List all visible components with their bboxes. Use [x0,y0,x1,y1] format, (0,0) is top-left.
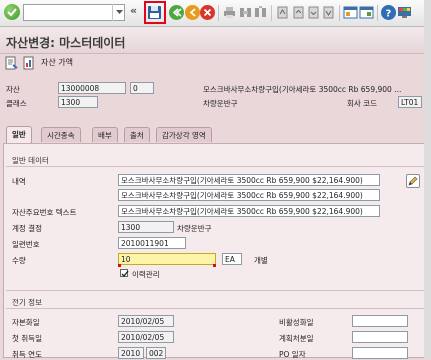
account-determination-label: 계정 결정 [12,224,42,233]
long-text-edit-icon[interactable] [406,174,420,188]
collapse-icon[interactable]: « [130,4,137,17]
tab-general[interactable]: 일반 [6,126,32,143]
class-field[interactable]: 1300 [58,96,98,108]
shortcut-icon[interactable] [359,5,374,20]
asset-description: 모스크바사무소차량구입(기아세라토 3500cc Rb 659,900 ... [203,85,402,94]
standard-toolbar: « ? [0,0,431,27]
unit-field[interactable]: EA [222,253,242,265]
company-code-field[interactable]: LT01 [398,96,422,108]
customize-layout-icon[interactable] [397,5,412,20]
help-icon[interactable]: ? [381,5,396,20]
class-description: 차량운반구 [203,99,238,108]
print-icon[interactable] [222,5,237,20]
display-change-icon[interactable] [5,56,20,71]
description-label: 내역 [12,177,26,186]
tab-time-dependent[interactable]: 시간종속 [41,127,81,142]
tab-origin[interactable]: 출처 [124,127,150,142]
asset-label: 자산 [6,85,20,94]
tab-allocations[interactable]: 배부 [92,127,118,142]
next-page-icon[interactable] [306,5,321,20]
asset-number-field[interactable]: 13000008 [58,82,126,94]
capitalization-date-field[interactable]: 2010/02/05 [118,315,174,327]
toolbar-separator [377,5,378,21]
description-field-2[interactable]: 모스크바사무소차량구입(기아세라토 3500cc Rb 659,900 $22,… [118,189,380,201]
tab-strip: 일반 시간종속 배부 출처 감가상각 영역 [0,126,431,144]
unit-description: 개별 [254,256,268,265]
exit-icon[interactable] [185,5,200,20]
sub-number-field[interactable]: 0 [130,82,154,94]
group-divider [6,290,425,291]
account-determination-description: 차량운반구 [177,224,212,233]
acquisition-period-field[interactable]: 002 [146,347,166,359]
main-number-text-field[interactable]: 모스크바사무소차량구입(기아세라토 3500cc Rb 659,900 $22,… [118,205,380,217]
asset-values-label[interactable]: 자산 가액 [41,57,73,68]
quantity-field[interactable]: 10 [118,253,216,265]
toolbar-separator [271,5,272,21]
save-icon[interactable] [147,5,162,20]
first-page-icon[interactable] [275,5,290,20]
account-determination-field[interactable]: 1300 [118,221,174,233]
deactivation-date-field[interactable] [352,315,408,327]
serial-number-field[interactable]: 2010011901 [118,237,186,249]
capitalization-date-label: 자본화일 [12,318,40,327]
application-toolbar: 자산 가액 [0,54,431,73]
enter-icon[interactable] [4,4,20,20]
history-checkbox[interactable] [120,269,129,277]
group-divider [6,166,425,167]
quantity-label: 수량 [12,256,26,265]
history-label: 이력관리 [132,270,160,279]
vertical-scrollbar[interactable] [424,0,431,358]
toolbar-separator [339,5,340,21]
new-session-icon[interactable] [343,5,358,20]
first-acquisition-field[interactable]: 2010/02/05 [118,331,174,343]
class-label: 클래스 [6,99,27,108]
tab-depreciation-areas[interactable]: 감가상각 영역 [156,127,212,142]
find-next-icon[interactable] [253,5,268,20]
po-date-field[interactable] [352,347,408,359]
svg-text:?: ? [386,9,392,20]
toolbar-separator [218,5,219,21]
required-marker [213,264,216,267]
serial-number-label: 일련번호 [12,240,40,249]
previous-page-icon[interactable] [291,5,306,20]
acquisition-year-label: 취득 연도 [12,350,42,359]
back-icon[interactable] [169,5,184,20]
required-marker [118,264,121,267]
page-title: 자산변경: 마스터데이터 [6,36,126,50]
company-code-label: 회사 코드 [347,99,377,108]
acquisition-year-field[interactable]: 2010 [118,347,144,359]
planned-retirement-label: 계획처분일 [279,334,314,343]
cancel-icon[interactable] [200,5,215,20]
planned-retirement-field[interactable] [352,331,408,343]
command-dropdown[interactable] [112,4,125,21]
group-divider [6,308,425,309]
tab-panel-general: 일반 데이터 내역 모스크바사무소차량구입(기아세라토 3500cc Rb 65… [3,143,428,359]
main-number-text-label: 자산주요번호 텍스트 [12,208,77,217]
first-acquisition-label: 첫 취득일 [12,334,42,343]
title-bar: 자산변경: 마스터데이터 [0,27,431,54]
last-page-icon[interactable] [321,5,336,20]
po-date-label: PO 일자 [279,350,306,359]
description-field-1[interactable]: 모스크바사무소차량구입(기아세라토 3500cc Rb 659,900 $22,… [118,174,380,186]
find-icon[interactable] [238,5,253,20]
deactivation-date-label: 비활성화일 [279,318,314,327]
asset-values-icon[interactable] [23,56,38,71]
command-field[interactable] [23,4,125,21]
